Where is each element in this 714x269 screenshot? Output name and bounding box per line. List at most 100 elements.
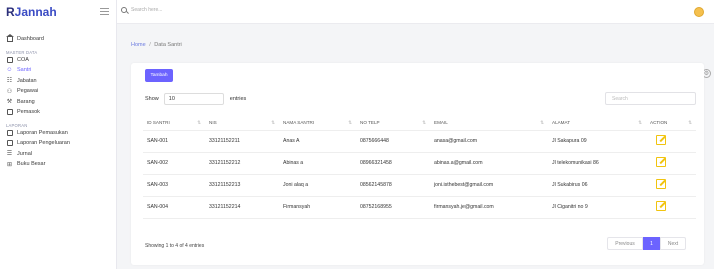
table-header-row: ID SANTRI ⇅ NIS ⇅ NAMA SANTRI ⇅ NO TELP ⇅ EM… (143, 115, 696, 131)
search-input[interactable]: Search here... (131, 7, 162, 13)
table-row: SAN-002 33121152212 Abinas a 08966321458… (143, 152, 696, 175)
sidebar-item-barang[interactable]: ⚒ Barang (4, 97, 116, 108)
sidebar-item-label: Santri (17, 67, 32, 74)
sidebar-item-coa[interactable]: COA (4, 55, 116, 66)
data-card: Tambah Show 10 entries Search ID SANTRI ⇅… (131, 63, 704, 265)
cell-nama: Firmansyah (279, 196, 356, 219)
cell-email: anasa@gmail.com (430, 130, 548, 153)
cell-nis: 33121152213 (205, 174, 279, 197)
entries-info: Showing 1 to 4 of 4 entries (145, 243, 205, 249)
page-1-button[interactable]: 1 (643, 237, 660, 250)
cell-id: SAN-004 (143, 196, 205, 219)
column-header[interactable]: ID SANTRI ⇅ (143, 115, 205, 131)
edit-icon[interactable] (656, 157, 666, 167)
table-row: SAN-001 33121152211 Anas A 0875666448 an… (143, 130, 696, 153)
topbar: Search here... (117, 0, 714, 24)
add-button[interactable]: Tambah (145, 69, 173, 82)
previous-button[interactable]: Previous (607, 237, 643, 250)
cell-nama: Abinas a (279, 152, 356, 175)
sidebar-item-label: Jabatan (17, 77, 37, 84)
user-circle-icon: ☺ (6, 67, 13, 74)
table-search-input[interactable]: Search (605, 92, 696, 105)
column-header[interactable]: ALAMAT ⇅ (548, 115, 646, 131)
cell-alamat: Jl telekomunikasi 86 (548, 152, 646, 175)
sidebar-item-pegawai[interactable]: ⚇ Pegawai (4, 86, 116, 97)
pagination: Previous 1 Next (607, 237, 686, 250)
cell-email: firmansyah.je@gmail.com (430, 196, 548, 219)
sidebar-item-jurnal[interactable]: ☰ Jurnal (4, 149, 116, 160)
sidebar-item-pemasok[interactable]: Pemasok (4, 107, 116, 118)
column-header[interactable]: ACTION ⇅ (646, 115, 696, 131)
sidebar-nav: Dashboard MASTER DATA COA ☺ Santri ☷ Jab… (0, 33, 116, 170)
cell-alamat: Jl Sakapura 09 (548, 130, 646, 153)
sidebar-item-santri[interactable]: ☺ Santri (4, 65, 116, 76)
breadcrumb-separator: / (149, 42, 151, 48)
user-add-icon: ⚇ (6, 88, 13, 95)
menu-toggle-icon[interactable] (100, 7, 109, 16)
journal-icon: ☰ (6, 151, 13, 158)
search-icon (121, 7, 127, 13)
sidebar-item-jabatan[interactable]: ☷ Jabatan (4, 76, 116, 87)
column-header[interactable]: NIS ⇅ (205, 115, 279, 131)
list-icon: ☷ (6, 78, 13, 85)
brand[interactable]: RJannah (0, 0, 116, 24)
cell-nama: Joni alaq a (279, 174, 356, 197)
edit-icon[interactable] (656, 135, 666, 145)
sidebar-section-master: MASTER DATA (6, 49, 38, 55)
column-header[interactable]: NO TELP ⇅ (356, 115, 430, 131)
table-row: SAN-003 33121152213 Joni alaq a 08562145… (143, 174, 696, 197)
top-search[interactable]: Search here... (121, 7, 162, 13)
cell-telp: 08562145878 (356, 174, 430, 197)
breadcrumb: Home / Data Santri (131, 42, 182, 48)
entries-select[interactable]: 10 (163, 93, 224, 105)
sidebar-item-label: Laporan Pemasukan (17, 129, 68, 136)
document-icon (6, 109, 13, 116)
cell-id: SAN-003 (143, 174, 205, 197)
cell-email: joni.isthebest@gmail.com (430, 174, 548, 197)
cell-nis: 33121152212 (205, 152, 279, 175)
breadcrumb-current: Data Santri (154, 42, 182, 48)
cell-email: abinas.a@gmail.com (430, 152, 548, 175)
table-row: SAN-004 33121152214 Firmansyah 087521689… (143, 196, 696, 219)
breadcrumb-home[interactable]: Home (131, 42, 146, 48)
next-button[interactable]: Next (660, 237, 686, 250)
santri-table: ID SANTRI ⇅ NIS ⇅ NAMA SANTRI ⇅ NO TELP ⇅ EM… (143, 115, 696, 219)
cell-nama: Anas A (279, 130, 356, 153)
document-icon (6, 129, 13, 136)
cell-nis: 33121152211 (205, 130, 279, 153)
sidebar-section-laporan: LAPORAN (6, 122, 28, 128)
cell-nis: 33121152214 (205, 196, 279, 219)
edit-icon[interactable] (656, 201, 666, 211)
home-icon (5, 33, 14, 43)
cell-id: SAN-002 (143, 152, 205, 175)
sidebar-item-laporan-pengeluaran[interactable]: Laporan Pengeluaran (4, 138, 116, 149)
wrench-icon: ⚒ (6, 99, 13, 106)
document-icon (6, 140, 13, 147)
document-icon (6, 56, 13, 63)
column-header[interactable]: NAMA SANTRI ⇅ (279, 115, 356, 131)
sidebar: RJannah Dashboard MASTER DATA COA ☺ Sant… (0, 0, 117, 269)
cell-telp: 0875666448 (356, 130, 430, 153)
sidebar-item-laporan-pemasukan[interactable]: Laporan Pemasukan (4, 128, 116, 139)
cell-alamat: Jl Sukabirus 06 (548, 174, 646, 197)
cell-telp: 08752168955 (356, 196, 430, 219)
app-logo[interactable]: RJannah (6, 5, 57, 19)
sidebar-item-label: Pemasok (17, 109, 40, 116)
column-header[interactable]: EMAIL ⇅ (430, 115, 548, 131)
sidebar-item-label: Laporan Pengeluaran (17, 140, 70, 147)
avatar[interactable] (694, 7, 704, 17)
sidebar-item-buku-besar[interactable]: ⊞ Buku Besar (4, 159, 116, 170)
show-label: Show (145, 96, 159, 102)
sidebar-item-label: Pegawai (17, 88, 39, 95)
show-entries: Show 10 entries (145, 93, 246, 105)
cell-alamat: Jl Ciganitri no 9 (548, 196, 646, 219)
sidebar-item-label: Jurnal (17, 150, 32, 157)
edit-icon[interactable] (656, 179, 666, 189)
sidebar-item-label: Buku Besar (17, 161, 46, 168)
cell-telp: 08966321458 (356, 152, 430, 175)
book-icon: ⊞ (6, 161, 13, 168)
sidebar-item-dashboard[interactable]: Dashboard (4, 33, 116, 45)
sidebar-item-label: Dashboard (17, 36, 44, 43)
entries-label: entries (229, 96, 247, 102)
cell-id: SAN-001 (143, 130, 205, 153)
